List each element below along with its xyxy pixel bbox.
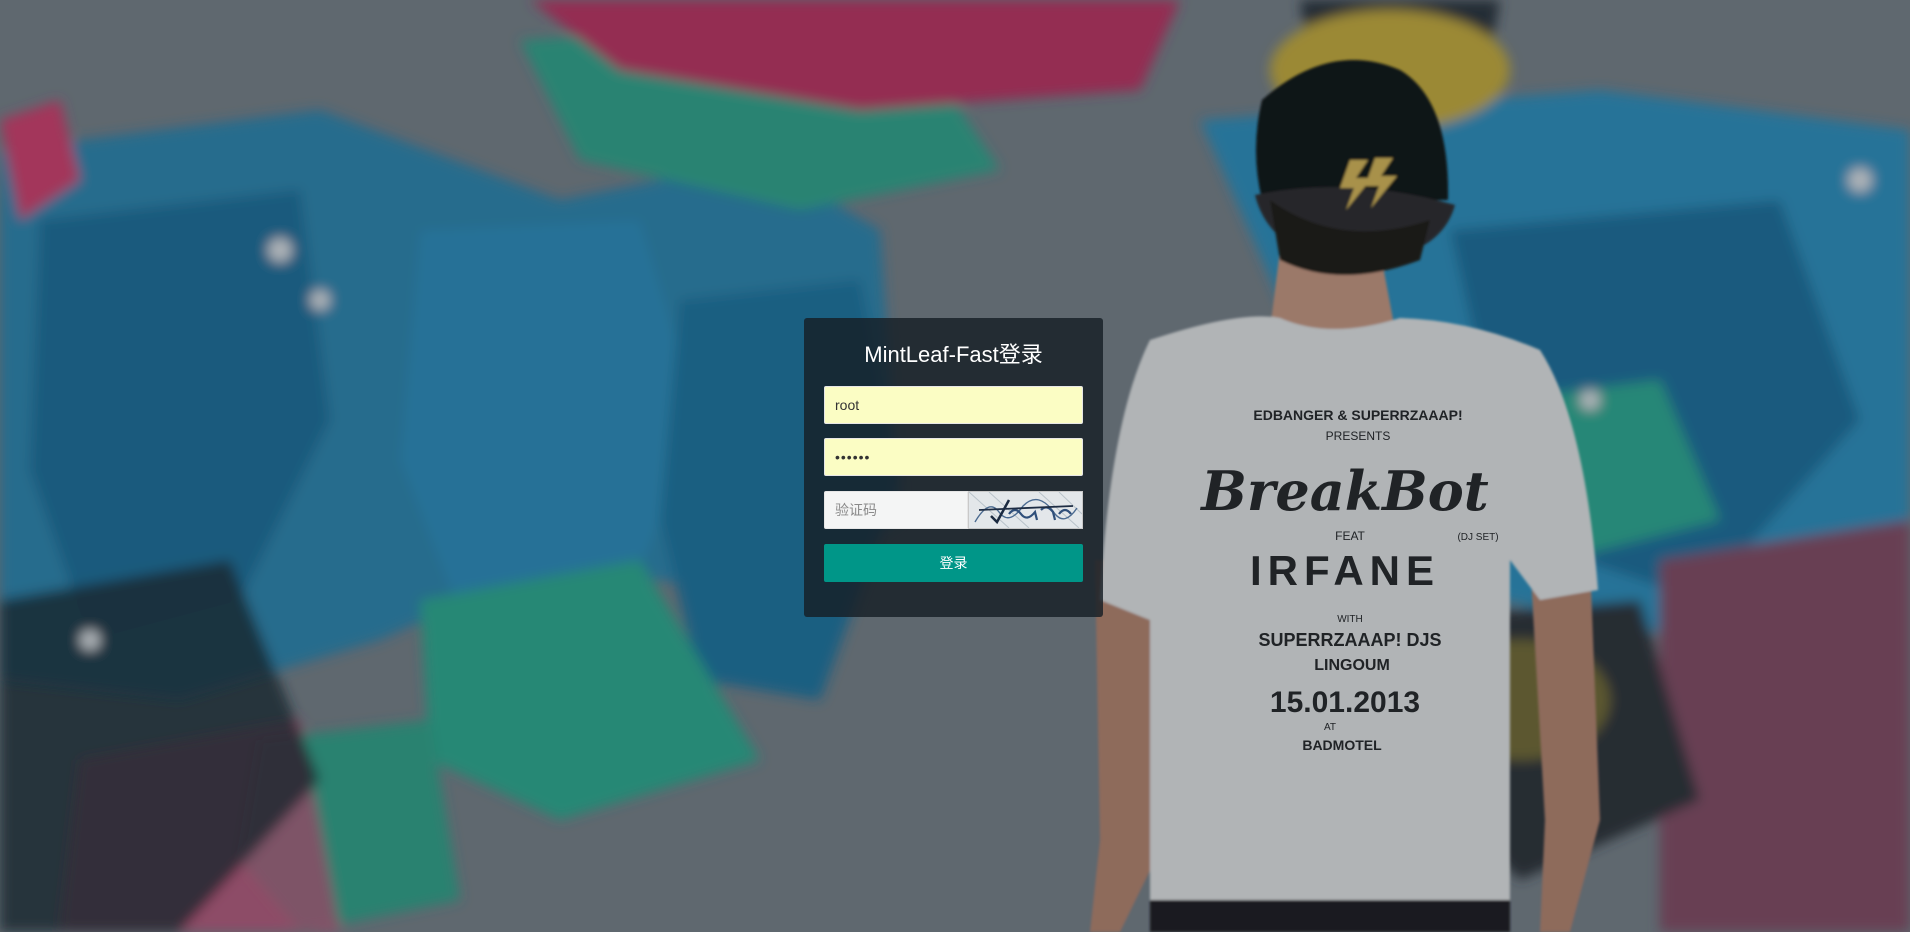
captcha-image[interactable] <box>968 491 1083 529</box>
login-panel: MintLeaf-Fast登录 登录 <box>804 318 1103 617</box>
login-title: MintLeaf-Fast登录 <box>864 342 1043 367</box>
captcha-row <box>824 491 1083 529</box>
username-field-wrapper <box>824 386 1083 424</box>
username-input[interactable] <box>824 386 1083 424</box>
captcha-graphic <box>968 491 1083 529</box>
password-field-wrapper <box>824 438 1083 476</box>
captcha-input[interactable] <box>824 491 968 529</box>
login-button[interactable]: 登录 <box>824 544 1083 582</box>
password-input[interactable] <box>824 438 1083 476</box>
